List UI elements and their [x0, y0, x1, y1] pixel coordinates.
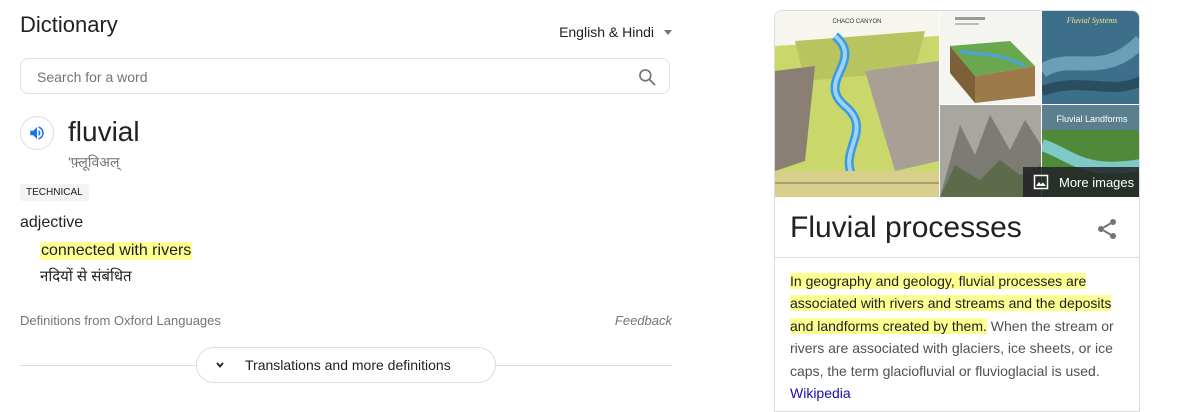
- panel-divider: [775, 257, 1139, 258]
- image-icon: [1033, 174, 1049, 190]
- pronunciation-button[interactable]: [20, 116, 54, 150]
- caret-down-icon: [664, 29, 672, 35]
- part-of-speech: adjective: [20, 214, 84, 231]
- more-images-button[interactable]: More images: [1023, 167, 1139, 197]
- satellite-river-image[interactable]: Fluvial Systems: [1042, 11, 1139, 104]
- dictionary-title: Dictionary: [20, 12, 118, 37]
- phonetic: 'फ़्लूविअल्: [68, 154, 120, 170]
- image-caption: Fluvial Systems: [1066, 16, 1117, 25]
- definition-source: Definitions from Oxford Languages: [20, 313, 221, 328]
- definition: connected with rivers: [40, 242, 193, 260]
- speaker-icon: [30, 126, 44, 140]
- more-definitions-button[interactable]: Translations and more definitions: [196, 347, 496, 383]
- wikipedia-link[interactable]: Wikipedia: [790, 385, 851, 401]
- more-definitions-label: Translations and more definitions: [245, 357, 451, 373]
- search-box[interactable]: [20, 58, 670, 94]
- image-caption: CHACO CANYON: [832, 19, 881, 25]
- chevron-down-icon: [216, 362, 224, 368]
- terrain-block-image[interactable]: [940, 11, 1041, 104]
- panel-title: Fluvial processes: [790, 211, 1022, 244]
- image-caption: Fluvial Landforms: [1056, 114, 1128, 124]
- usage-tag: TECHNICAL: [20, 184, 89, 201]
- canyon-diagram-image[interactable]: CHACO CANYON: [775, 11, 939, 197]
- image-collage: CHACO CANYON Fluvial Systems Fluvial Lan…: [775, 11, 1139, 197]
- language-selector[interactable]: English & Hindi: [559, 24, 672, 40]
- share-icon[interactable]: [1095, 217, 1119, 241]
- language-label: English & Hindi: [559, 24, 654, 40]
- panel-description: In geography and geology, fluvial proces…: [790, 270, 1130, 404]
- feedback-link[interactable]: Feedback: [615, 313, 672, 328]
- knowledge-panel: CHACO CANYON Fluvial Systems Fluvial Lan…: [774, 10, 1140, 412]
- search-input[interactable]: [35, 68, 619, 86]
- search-icon[interactable]: [637, 67, 657, 87]
- headword: fluvial: [68, 116, 140, 147]
- translation: नदियों से संबंधित: [40, 268, 132, 285]
- more-images-label: More images: [1059, 174, 1135, 190]
